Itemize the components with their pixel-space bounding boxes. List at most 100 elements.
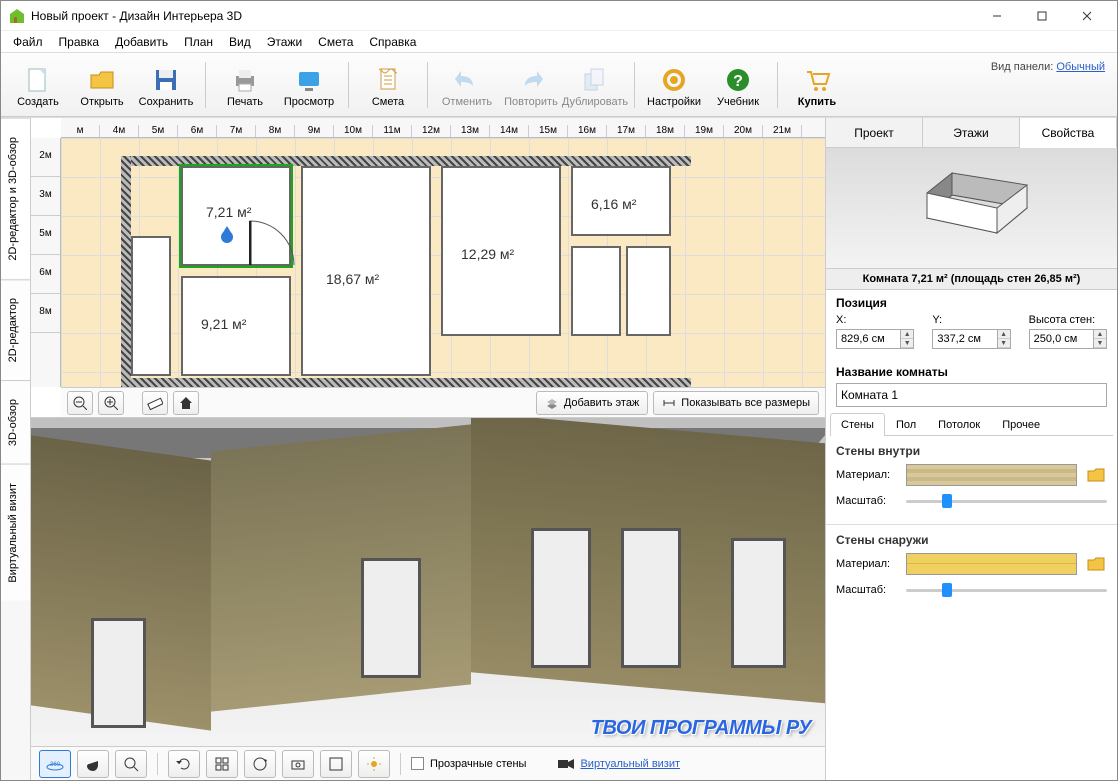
ruler-vertical: 2м3м5м6м8м	[31, 138, 61, 387]
panel-mode: Вид панели: Обычный	[991, 55, 1111, 73]
inner-scale-slider[interactable]	[906, 492, 1107, 510]
walls-outer-group: Стены снаружи Материал: Масштаб:	[826, 525, 1117, 613]
room-info: Комната 7,21 м² (площадь стен 26,85 м²)	[826, 268, 1117, 290]
preview-button[interactable]: Просмотр	[278, 56, 340, 114]
subtab-ceiling[interactable]: Потолок	[927, 413, 991, 436]
grid3d-button[interactable]	[206, 750, 238, 778]
menu-file[interactable]: Файл	[5, 32, 51, 52]
room-2-label: 6,16 м²	[591, 196, 636, 212]
redo-label: Повторить	[504, 96, 558, 108]
menu-view[interactable]: Вид	[221, 32, 259, 52]
zoom-button[interactable]	[115, 750, 147, 778]
room-5-label: 9,21 м²	[201, 316, 246, 332]
floorplan[interactable]: 7,21 м² 18,67 м² 12,29 м² 6,16 м² 9,21 м…	[121, 156, 691, 387]
vtab-3d[interactable]: 3D-обзор	[1, 380, 30, 464]
buy-button[interactable]: Купить	[786, 56, 848, 114]
maximize-button[interactable]	[1019, 2, 1064, 30]
outer-scale-slider[interactable]	[906, 581, 1107, 599]
camera-button[interactable]	[282, 750, 314, 778]
subtab-other[interactable]: Прочее	[991, 413, 1051, 436]
close-button[interactable]	[1064, 2, 1109, 30]
rotate-button[interactable]	[244, 750, 276, 778]
room-corridor[interactable]	[131, 236, 171, 376]
reset-button[interactable]	[168, 750, 200, 778]
x-input[interactable]	[837, 330, 900, 348]
vtab-2d[interactable]: 2D-редактор	[1, 279, 30, 380]
position-label: Позиция	[836, 296, 1107, 310]
room-small-2[interactable]	[626, 246, 671, 336]
outer-material-browse[interactable]	[1085, 553, 1107, 575]
workspace: 2D-редактор и 3D-обзор 2D-редактор 3D-об…	[1, 117, 1117, 780]
zoom-out-button[interactable]	[67, 391, 93, 415]
pan-button[interactable]	[77, 750, 109, 778]
settings-button[interactable]: Настройки	[643, 56, 705, 114]
add-floor-button[interactable]: Добавить этаж	[536, 391, 648, 415]
menu-edit[interactable]: Правка	[51, 32, 108, 52]
virtual-tour-link[interactable]: Виртуальный визит	[580, 758, 680, 770]
tab-properties[interactable]: Свойства	[1020, 118, 1117, 148]
transparent-walls-checkbox[interactable]	[411, 757, 424, 770]
minimize-button[interactable]	[974, 2, 1019, 30]
save-label: Сохранить	[139, 96, 194, 108]
height-spinner[interactable]: ▲▼	[1029, 329, 1107, 349]
side-tabs: Проект Этажи Свойства	[826, 118, 1117, 148]
home-button[interactable]	[173, 391, 199, 415]
x-spinner[interactable]: ▲▼	[836, 329, 914, 349]
subtab-walls[interactable]: Стены	[830, 413, 885, 436]
inner-material-browse[interactable]	[1085, 464, 1107, 486]
walls-inner-group: Стены внутри Материал: Масштаб:	[826, 436, 1117, 525]
vertical-tabs: 2D-редактор и 3D-обзор 2D-редактор 3D-об…	[1, 118, 31, 780]
outer-material-swatch[interactable]	[906, 553, 1077, 575]
print-button[interactable]: Печать	[214, 56, 276, 114]
watermark: ТВОИ ПРОГРАММЫ РУ	[591, 717, 811, 740]
save-button[interactable]: Сохранить	[135, 56, 197, 114]
vtab-combo[interactable]: 2D-редактор и 3D-обзор	[1, 118, 30, 279]
zoom-in-button[interactable]	[98, 391, 124, 415]
tab-project[interactable]: Проект	[826, 118, 923, 147]
y-spinner[interactable]: ▲▼	[932, 329, 1010, 349]
buy-label: Купить	[798, 96, 836, 108]
menu-plan[interactable]: План	[176, 32, 221, 52]
inner-material-label: Материал:	[836, 469, 898, 481]
y-input[interactable]	[933, 330, 996, 348]
view-3d-pane[interactable]: ТВОИ ПРОГРАММЫ РУ 360 Прозрачные стены В…	[31, 418, 825, 780]
show-dims-button[interactable]: Показывать все размеры	[653, 391, 819, 415]
menu-add[interactable]: Добавить	[107, 32, 176, 52]
fullscreen-button[interactable]	[320, 750, 352, 778]
duplicate-label: Дублировать	[562, 96, 628, 108]
new-button[interactable]: Создать	[7, 56, 69, 114]
measure-button[interactable]	[142, 391, 168, 415]
inner-material-swatch[interactable]	[906, 464, 1077, 486]
room-preview[interactable]	[826, 148, 1117, 268]
open-button[interactable]: Открыть	[71, 56, 133, 114]
roomname-label: Название комнаты	[836, 365, 1107, 379]
toolbar: Создать Открыть Сохранить Печать Просмот…	[1, 53, 1117, 117]
menu-floors[interactable]: Этажи	[259, 32, 310, 52]
panel-mode-link[interactable]: Обычный	[1056, 61, 1105, 73]
room-small-1[interactable]	[571, 246, 621, 336]
tab-floors[interactable]: Этажи	[923, 118, 1020, 147]
new-label: Создать	[17, 96, 59, 108]
height-label: Высота стен:	[1029, 314, 1107, 326]
outer-material-label: Материал:	[836, 558, 898, 570]
sun-button[interactable]	[358, 750, 390, 778]
estimate-button[interactable]: Смета	[357, 56, 419, 114]
center-area: м4м5м6м7м8м9м10м11м12м13м14м15м16м17м18м…	[31, 118, 825, 780]
vtab-tour[interactable]: Виртуальный визит	[1, 464, 30, 601]
view3d-toolbar: 360 Прозрачные стены Виртуальный визит	[31, 746, 825, 780]
plan-2d-pane[interactable]: м4м5м6м7м8м9м10м11м12м13м14м15м16м17м18м…	[31, 118, 825, 418]
menu-help[interactable]: Справка	[361, 32, 424, 52]
undo-button[interactable]: Отменить	[436, 56, 498, 114]
tutorial-label: Учебник	[717, 96, 759, 108]
room-4-label: 12,29 м²	[461, 246, 514, 262]
duplicate-button[interactable]: Дублировать	[564, 56, 626, 114]
plan-canvas[interactable]: 7,21 м² 18,67 м² 12,29 м² 6,16 м² 9,21 м…	[61, 138, 825, 387]
menu-estimate[interactable]: Смета	[310, 32, 361, 52]
subtab-floor[interactable]: Пол	[885, 413, 927, 436]
roomname-input[interactable]	[836, 383, 1107, 407]
height-input[interactable]	[1030, 330, 1093, 348]
redo-button[interactable]: Повторить	[500, 56, 562, 114]
tutorial-button[interactable]: ?Учебник	[707, 56, 769, 114]
roomname-section: Название комнаты	[826, 359, 1117, 413]
orbit-button[interactable]: 360	[39, 750, 71, 778]
